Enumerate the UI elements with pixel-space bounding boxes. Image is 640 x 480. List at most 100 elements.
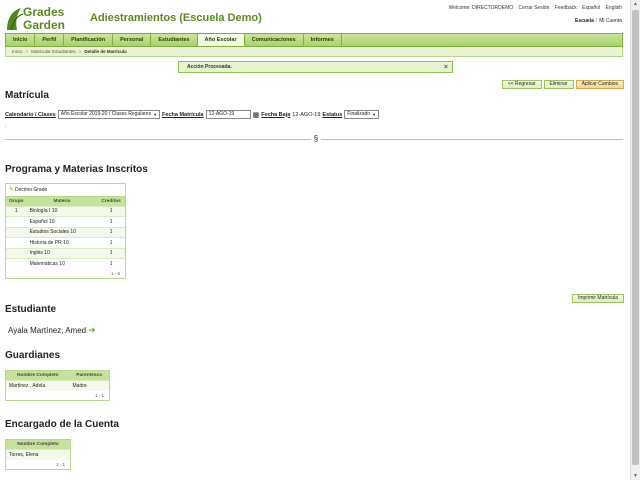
table-row: 1 Biología I 10 1 [6,205,125,217]
vertical-scrollbar[interactable]: ▲ ▼ [630,0,640,480]
matricula-title: Matrícula [5,90,49,101]
chevron-down-icon: ▼ [153,112,158,117]
guardianes-table: Nombre Completo Parentesco Martínez , Ad… [5,370,110,401]
my-account-link[interactable]: Mi Cuenta [599,18,622,24]
tab-comunicaciones[interactable]: Comunicaciones [245,34,304,46]
tab-perfil[interactable]: Perfil [35,34,65,46]
table-row: Martínez , Adela Madre [6,379,109,391]
programa-pager: 1 - 6 [110,271,120,276]
estatus-label[interactable]: Estatus [322,112,342,118]
cell-materia: Español 10 [26,216,98,227]
table-row: Estudios Sociales 10 1 [6,226,125,238]
table-row: Torres, Elena [6,448,70,460]
school-link[interactable]: Escuela [575,18,594,24]
calendar-select-value: Año Escolar 2019-20 / Clases Regulares [60,111,152,117]
col-materia: Materia [26,197,98,206]
tab-ano-escolar[interactable]: Año Escolar [197,34,245,46]
cell-parentesco: Madre [69,379,109,391]
programa-grade-label[interactable]: Décimo Grado [15,187,47,193]
breadcrumb-inicio[interactable]: Inicio [12,49,23,54]
breadcrumb-matricular[interactable]: Matricular Estudiantes [31,49,76,54]
apply-changes-button[interactable]: Aplicar Cambios [575,80,624,89]
cell-grupo [6,247,27,259]
section-symbol: § [311,134,321,143]
cell-grupo [6,237,27,248]
tab-estudiantes[interactable]: Estudiantes [151,34,198,46]
scroll-down-icon[interactable]: ▼ [633,473,638,479]
tab-inicio[interactable]: Inicio [6,34,36,46]
cell-nombre: Martínez , Adela [6,379,70,391]
school-links: Escuela | Mi Cuenta [574,18,622,24]
cell-creditos: 1 [97,258,125,269]
page-header: Grades Garden Adiestramientos (Escuela D… [0,0,628,34]
encargado-table: Nombre Completo Torres, Elena 1 - 1 [5,439,71,470]
feedback-link[interactable]: Feedback [555,5,577,11]
fecha-matricula-label[interactable]: Fecha Matrícula [162,112,204,118]
close-icon[interactable]: × [444,62,448,73]
breadcrumb: Inicio > Matricular Estudiantes > Detalle de… [5,47,623,57]
estudiante-title: Estudiante [5,304,57,315]
matricula-fields: Calendario / Clases Año Escolar 2019-20 … [5,110,380,119]
logout-link[interactable]: Cerrar Sesión [519,5,550,11]
spanish-link[interactable]: Español [582,5,600,11]
tab-planificacion[interactable]: Planificación [64,34,114,46]
cell-creditos: 1 [97,216,125,227]
table-row: Inglés 10 1 [6,247,125,259]
top-links: Welcome: DIRECTORDEMO Cerrar Sesión Feed… [445,5,622,11]
fecha-baja-value: 12-AGO-19 [292,111,321,118]
tab-informes[interactable]: Informes [304,34,342,46]
cell-grupo [6,226,27,238]
cell-grupo [6,216,27,227]
success-message-text: Acción Procesada. [187,64,232,70]
back-button[interactable]: << Regresar [501,80,542,89]
programa-title: Programa y Materias Inscritos [5,164,148,175]
cell-grupo [6,258,27,269]
cell-materia: Biología I 10 [26,205,98,217]
cell-materia: Historia de PR 10 [26,237,98,248]
student-name[interactable]: Ayala Martínez, Amed [8,326,86,335]
col-parentesco: Parentesco [69,371,109,380]
programa-table: ✎Décimo Grado Grupo Materia Creditos 1 B… [5,183,126,279]
logo-text-garden: Garden [23,18,65,32]
tab-personal[interactable]: Personal [113,34,152,46]
estatus-select[interactable]: Finalizado ▼ [344,110,380,119]
pencil-icon[interactable]: ✎ [9,187,14,193]
cell-materia: Matemáticas 10 [26,258,98,269]
cell-materia: Estudios Sociales 10 [26,226,98,238]
dot-text: . [5,123,7,129]
cell-nombre: Torres, Elena [6,448,70,460]
delete-button[interactable]: Eliminar [543,80,574,89]
main-nav: Inicio Perfil Planificación Personal Est… [5,33,623,47]
table-row: Español 10 1 [6,216,125,227]
encargado-pager: 1 - 1 [55,461,65,467]
scroll-up-icon[interactable]: ▲ [633,1,638,7]
welcome-text: Welcome: DIRECTORDEMO [448,5,514,11]
scrollbar-thumb[interactable] [632,10,639,465]
cell-materia: Inglés 10 [26,247,98,259]
grades-garden-logo[interactable]: Grades Garden [5,4,85,32]
programa-grade: ✎Décimo Grado [6,184,125,197]
table-row: Historia de PR 10 1 [6,237,125,248]
print-matricula-button[interactable]: Imprimir Matrícula [571,294,624,303]
english-link[interactable]: English [606,5,622,11]
col-grupo: Grupo [6,197,27,206]
encargado-title: Encargado de la Cuenta [5,419,119,430]
col-nombre-completo: Nombre Completo [6,440,70,449]
cell-grupo: 1 [6,205,27,217]
success-message: Acción Procesada. × [178,61,453,73]
guardianes-title: Guardianes [5,350,61,361]
breadcrumb-current: Detalle de Matrícula [84,49,127,54]
cell-creditos: 1 [97,247,125,259]
calendar-select[interactable]: Año Escolar 2019-20 / Clases Regulares ▼ [57,110,161,119]
fecha-matricula-input[interactable]: 12-AGO-19 [205,110,251,119]
action-buttons: << Regresar Eliminar Aplicar Cambios [501,80,624,89]
calendar-icon[interactable]: ▦ [253,111,260,119]
cell-creditos: 1 [97,205,125,217]
app-title: Adiestramientos (Escuela Demo) [90,12,262,24]
fecha-baja-label[interactable]: Fecha Baja [261,112,290,118]
arrow-right-icon[interactable]: ➜ [88,325,96,336]
table-row: Matemáticas 10 1 [6,258,125,269]
col-creditos: Creditos [97,197,125,206]
calendar-label[interactable]: Calendario / Clases [5,112,56,118]
logo-text-grades: Grades [23,5,65,19]
